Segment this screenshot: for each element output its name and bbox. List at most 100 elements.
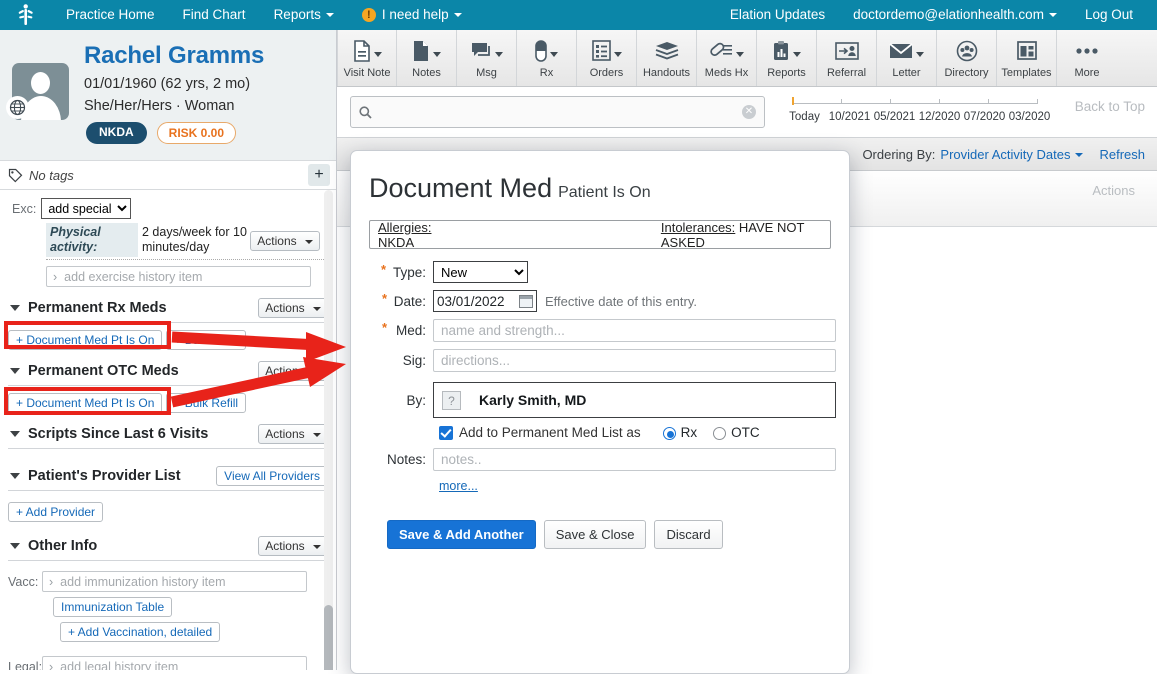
collapse-triangle-icon[interactable] xyxy=(10,543,20,549)
toolbar-more[interactable]: More xyxy=(1057,30,1117,86)
bulk-refill-otc-button[interactable]: + Bulk Refill xyxy=(166,393,246,413)
immunization-table-label: Immunization Table xyxy=(61,600,164,614)
legal-history-input[interactable]: › add legal history item xyxy=(42,656,307,670)
section-permanent-rx-meds-header[interactable]: Permanent Rx Meds Actions xyxy=(8,298,328,323)
add-special-select[interactable]: add special xyxy=(41,198,131,219)
more-link[interactable]: more... xyxy=(439,479,478,493)
exc-label: Exc: xyxy=(12,202,36,216)
search-input[interactable]: ✕ xyxy=(350,96,765,128)
chevron-right-icon: › xyxy=(53,270,57,284)
toolbar-notes[interactable]: Notes xyxy=(397,30,457,86)
save-and-add-another-button[interactable]: Save & Add Another xyxy=(387,520,536,549)
bulk-refill-rx-button[interactable]: + Bulk Refill xyxy=(166,330,246,350)
nav-user-account[interactable]: doctordemo@elationhealth.com xyxy=(839,0,1071,30)
add-provider-button[interactable]: + Add Provider xyxy=(8,502,103,522)
nav-reports[interactable]: Reports xyxy=(260,0,348,30)
collapse-triangle-icon[interactable] xyxy=(10,473,20,479)
sig-label: Sig: xyxy=(403,353,426,368)
people-circle-icon xyxy=(956,40,978,62)
elation-logo-icon[interactable] xyxy=(0,4,52,26)
notes-input[interactable]: notes.. xyxy=(433,448,836,471)
toolbar-letter[interactable]: Letter xyxy=(877,30,937,86)
nav-log-out[interactable]: Log Out xyxy=(1071,0,1147,30)
section-other-info-header[interactable]: Other Info Actions xyxy=(8,536,328,561)
nav-find-chart[interactable]: Find Chart xyxy=(169,0,260,30)
physical-activity-actions-button[interactable]: Actions xyxy=(250,231,320,251)
permanent-rx-actions-button[interactable]: Actions xyxy=(258,298,328,318)
chevron-down-icon[interactable] xyxy=(614,52,622,57)
discard-button[interactable]: Discard xyxy=(654,520,722,549)
by-provider-field[interactable]: ? Karly Smith, MD xyxy=(433,382,836,418)
calendar-icon[interactable] xyxy=(519,295,533,308)
patient-gender: She/Her/Hers · Woman xyxy=(84,98,234,114)
document-med-pt-is-on-rx-button[interactable]: + Document Med Pt Is On xyxy=(8,330,162,350)
status-badge-risk[interactable]: RISK 0.00 xyxy=(157,122,236,144)
avatar[interactable] xyxy=(12,63,69,120)
collapse-triangle-icon[interactable] xyxy=(10,431,20,437)
immunization-history-input[interactable]: › add immunization history item xyxy=(42,571,307,592)
nav-elation-updates[interactable]: Elation Updates xyxy=(716,0,839,30)
physical-activity-label: Physical activity: xyxy=(46,223,138,257)
section-scripts-since-last-6-visits-header[interactable]: Scripts Since Last 6 Visits Actions xyxy=(8,424,328,449)
sig-input[interactable]: directions... xyxy=(433,349,836,372)
view-all-providers-button[interactable]: View All Providers xyxy=(216,466,328,486)
otc-radio[interactable] xyxy=(713,427,726,440)
add-to-permanent-list-checkbox[interactable] xyxy=(439,426,453,440)
status-badge-nkda[interactable]: NKDA xyxy=(86,122,147,144)
toolbar-referral[interactable]: Referral xyxy=(817,30,877,86)
timeline-tick xyxy=(988,99,989,104)
clear-x-icon[interactable]: ✕ xyxy=(742,105,756,119)
toolbar-meds-hx[interactable]: Meds Hx xyxy=(697,30,757,86)
toolbar-templates[interactable]: Templates xyxy=(997,30,1057,86)
other-info-actions-button[interactable]: Actions xyxy=(258,536,328,556)
save-and-close-button[interactable]: Save & Close xyxy=(544,520,647,549)
document-med-pt-is-on-otc-button[interactable]: + Document Med Pt Is On xyxy=(8,393,162,413)
list-actions-label[interactable]: Actions xyxy=(1092,183,1135,198)
timeline-label: 07/2020 xyxy=(962,111,1007,123)
toolbar-directory[interactable]: Directory xyxy=(937,30,997,86)
back-to-top-link[interactable]: Back to Top xyxy=(1075,99,1145,114)
page-title[interactable]: Rachel Gramms xyxy=(84,42,264,70)
refresh-link[interactable]: Refresh xyxy=(1099,147,1145,162)
scripts-actions-button[interactable]: Actions xyxy=(258,424,328,444)
permanent-otc-actions-button[interactable]: Actions xyxy=(258,361,328,381)
toolbar-handouts[interactable]: Handouts xyxy=(637,30,697,86)
section-patients-provider-list-header[interactable]: Patient's Provider List View All Provide… xyxy=(8,466,328,491)
type-select[interactable]: New xyxy=(433,261,528,283)
rx-radio[interactable] xyxy=(663,427,676,440)
rx-radio-group-item[interactable]: Rx xyxy=(663,425,714,440)
chevron-down-icon[interactable] xyxy=(736,52,744,57)
date-input[interactable]: 03/01/2022 xyxy=(433,290,537,312)
legal-history-placeholder: add legal history item xyxy=(60,660,178,671)
sidebar-scrollbar-thumb[interactable] xyxy=(324,605,333,670)
chevron-down-icon[interactable] xyxy=(495,52,503,57)
section-permanent-otc-meds-header[interactable]: Permanent OTC Meds Actions xyxy=(8,361,328,386)
section-title: Permanent OTC Meds xyxy=(28,363,179,379)
add-vaccination-detailed-button[interactable]: + Add Vaccination, detailed xyxy=(60,622,220,642)
toolbar-visit-note[interactable]: Visit Note xyxy=(337,30,397,86)
med-input[interactable]: name and strength... xyxy=(433,319,836,342)
toolbar-orders[interactable]: Orders xyxy=(577,30,637,86)
collapse-triangle-icon[interactable] xyxy=(10,368,20,374)
chevron-down-icon[interactable] xyxy=(433,52,441,57)
sidebar-scrollbar-track[interactable] xyxy=(324,190,333,670)
toolbar-rx[interactable]: Rx xyxy=(517,30,577,86)
intolerances-label[interactable]: Intolerances: xyxy=(661,220,735,235)
immunization-table-button[interactable]: Immunization Table xyxy=(53,597,172,617)
chevron-down-icon[interactable] xyxy=(916,52,924,57)
chart-search-row: ✕ Today 10/2021 05/2021 12/2020 07/2020 … xyxy=(337,87,1157,137)
nav-practice-home[interactable]: Practice Home xyxy=(52,0,169,30)
otc-radio-group-item[interactable]: OTC xyxy=(713,425,776,440)
list-checklist-icon xyxy=(592,40,611,61)
ordering-by-value-wrap[interactable]: Provider Activity Dates xyxy=(940,147,1083,162)
collapse-triangle-icon[interactable] xyxy=(10,305,20,311)
exercise-history-input[interactable]: › add exercise history item xyxy=(46,266,311,287)
chevron-down-icon[interactable] xyxy=(374,52,382,57)
allergies-label[interactable]: Allergies: xyxy=(378,220,431,235)
toolbar-reports[interactable]: Reports xyxy=(757,30,817,86)
chevron-down-icon[interactable] xyxy=(550,52,558,57)
add-tag-button[interactable]: + xyxy=(308,164,330,186)
toolbar-msg[interactable]: Msg xyxy=(457,30,517,86)
chevron-down-icon[interactable] xyxy=(793,52,801,57)
nav-i-need-help[interactable]: !I need help xyxy=(348,0,476,30)
